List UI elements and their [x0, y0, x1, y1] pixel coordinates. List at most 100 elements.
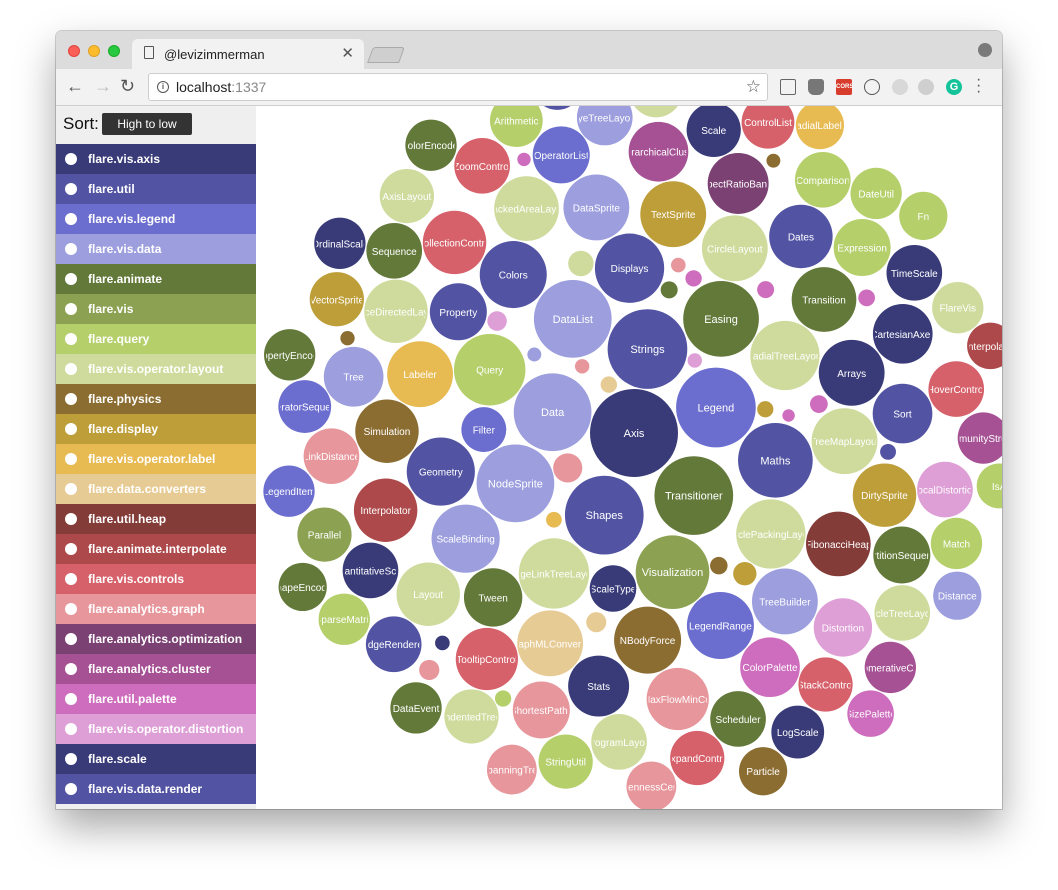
bubble[interactable]: Dates — [769, 204, 833, 269]
bubble[interactable]: LinkDistance — [303, 428, 361, 485]
bubble[interactable]: SpanningTree — [481, 744, 544, 795]
bubble-small[interactable] — [687, 353, 702, 368]
legend-toggle-dot[interactable] — [65, 423, 77, 435]
bubble[interactable]: StringUtil — [538, 734, 593, 789]
legend-item[interactable]: flare.vis.data — [56, 234, 256, 264]
legend-item[interactable]: flare.animate.interpolate — [56, 534, 256, 564]
browser-tab[interactable]: @levizimmerman ✕ — [132, 39, 364, 69]
bubble[interactable]: Match — [930, 517, 983, 570]
bubble[interactable]: Filter — [461, 407, 507, 453]
bubble[interactable]: Fn — [899, 191, 948, 240]
bubble-small[interactable] — [782, 409, 795, 422]
legend-item[interactable]: flare.vis.operator.label — [56, 444, 256, 474]
bubble[interactable]: StackControl — [797, 657, 854, 712]
bubble-small[interactable] — [757, 401, 774, 418]
bubble[interactable]: Comparison — [794, 151, 851, 208]
bubble[interactable]: Labeler — [387, 341, 453, 408]
bubble[interactable]: Shapes — [564, 475, 644, 555]
bubble-small[interactable] — [685, 270, 702, 287]
bookmark-star-icon[interactable]: ☆ — [746, 77, 761, 97]
bubble[interactable]: Axis — [590, 389, 678, 477]
legend-item[interactable]: flare.animate — [56, 264, 256, 294]
legend-item[interactable]: flare.analytics.optimization — [56, 624, 256, 654]
bubble[interactable]: Visualization — [635, 535, 710, 610]
legend-toggle-dot[interactable] — [65, 243, 77, 255]
bubble[interactable]: ScaleBinding — [431, 504, 500, 573]
bubble[interactable]: Query — [453, 333, 526, 406]
bubble-small[interactable] — [419, 659, 440, 681]
bubble-small[interactable] — [527, 347, 542, 362]
bubble-circle[interactable] — [576, 106, 633, 146]
bubble[interactable]: Transitioner — [654, 456, 734, 535]
legend-toggle-dot[interactable] — [65, 303, 77, 315]
bubble[interactable]: IndentedTree — [442, 689, 502, 744]
bubble-small[interactable] — [600, 376, 618, 393]
bubble-small[interactable] — [568, 250, 594, 277]
bubble[interactable]: LocalDistortion — [912, 461, 978, 518]
legend-toggle-dot[interactable] — [65, 213, 77, 225]
profile-icon[interactable] — [978, 43, 992, 57]
bubble[interactable]: PropertyEncoder — [256, 329, 328, 381]
bubble[interactable]: DataSprite — [563, 174, 630, 241]
bubble-small[interactable] — [710, 556, 728, 575]
bubble[interactable]: Interpolator — [353, 478, 418, 542]
legend-toggle-dot[interactable] — [65, 603, 77, 615]
bubble-small[interactable] — [553, 453, 583, 483]
bubble[interactable]: ColorEncoder — [400, 119, 462, 171]
legend-item[interactable]: flare.analytics.cluster — [56, 654, 256, 684]
info-icon[interactable]: i — [157, 81, 169, 93]
legend-item[interactable]: flare.display — [56, 414, 256, 444]
bubble[interactable]: ForceDirectedLayout — [350, 279, 443, 344]
bubble[interactable]: TimeScale — [886, 244, 943, 301]
legend-item[interactable]: flare.vis.operator.layout — [56, 354, 256, 384]
legend-item[interactable]: flare.vis.legend — [56, 204, 256, 234]
bubble[interactable]: Sequence — [366, 222, 423, 279]
bubble[interactable]: CirclePackingLayout — [725, 499, 816, 569]
close-window-button[interactable] — [68, 45, 80, 57]
bubble[interactable]: TextSprite — [640, 181, 707, 248]
legend-item[interactable]: flare.util.heap — [56, 504, 256, 534]
bubble[interactable]: Displays — [594, 233, 665, 303]
legend-item[interactable]: flare.data.converters — [56, 474, 256, 504]
bubble-small[interactable] — [766, 153, 781, 168]
bubble-small[interactable] — [880, 443, 896, 460]
bubble[interactable]: TreeMapLayout — [810, 408, 880, 475]
bubble[interactable]: Strings — [607, 309, 688, 389]
bubble[interactable]: SparseMatrix — [315, 593, 374, 645]
minimize-window-button[interactable] — [88, 45, 100, 57]
cors-extension-icon[interactable]: CORS — [836, 79, 853, 95]
bubble[interactable]: Arrays — [818, 339, 885, 406]
bubble[interactable]: Distance — [933, 571, 982, 620]
bubble[interactable]: Sort — [872, 383, 933, 444]
legend-toggle-dot[interactable] — [65, 633, 77, 645]
bubble[interactable]: DataEvent — [390, 682, 442, 734]
bubble[interactable]: ColorPalette — [740, 637, 800, 698]
legend-toggle-dot[interactable] — [65, 513, 77, 525]
bubble[interactable]: Layout — [396, 562, 460, 626]
bubble-small[interactable] — [546, 511, 562, 528]
maximize-window-button[interactable] — [108, 45, 120, 57]
grammarly-icon[interactable]: G — [946, 79, 962, 95]
bubble-small[interactable] — [809, 395, 828, 413]
bubble[interactable]: DirtySprite — [852, 463, 917, 527]
legend-toggle-dot[interactable] — [65, 723, 77, 735]
bubble[interactable]: AxisLayout — [379, 168, 434, 224]
bubble[interactable]: TooltipControl — [455, 627, 518, 691]
bubble[interactable]: Maths — [738, 422, 813, 498]
bubble[interactable]: Expression — [833, 218, 891, 277]
bubble[interactable]: Stats — [568, 655, 630, 717]
bubble[interactable]: ProgramLayout — [585, 714, 654, 770]
bubble[interactable]: PartitionSequence — [861, 526, 943, 584]
bubble[interactable]: ControlList — [741, 106, 795, 149]
bubble[interactable]: Distortion — [813, 598, 873, 657]
legend-toggle-dot[interactable] — [65, 183, 77, 195]
bubble-small[interactable] — [517, 152, 531, 167]
extension-info-icon[interactable] — [864, 79, 880, 95]
bubble[interactable]: IsA — [976, 463, 1002, 509]
bubble[interactable]: Scale — [686, 106, 741, 158]
bubble-small[interactable] — [671, 257, 686, 273]
back-arrow-icon[interactable]: ← — [66, 77, 84, 95]
bubble[interactable]: DataList — [533, 280, 612, 358]
legend-toggle-dot[interactable] — [65, 753, 77, 765]
bubble[interactable]: Legend — [676, 367, 756, 448]
